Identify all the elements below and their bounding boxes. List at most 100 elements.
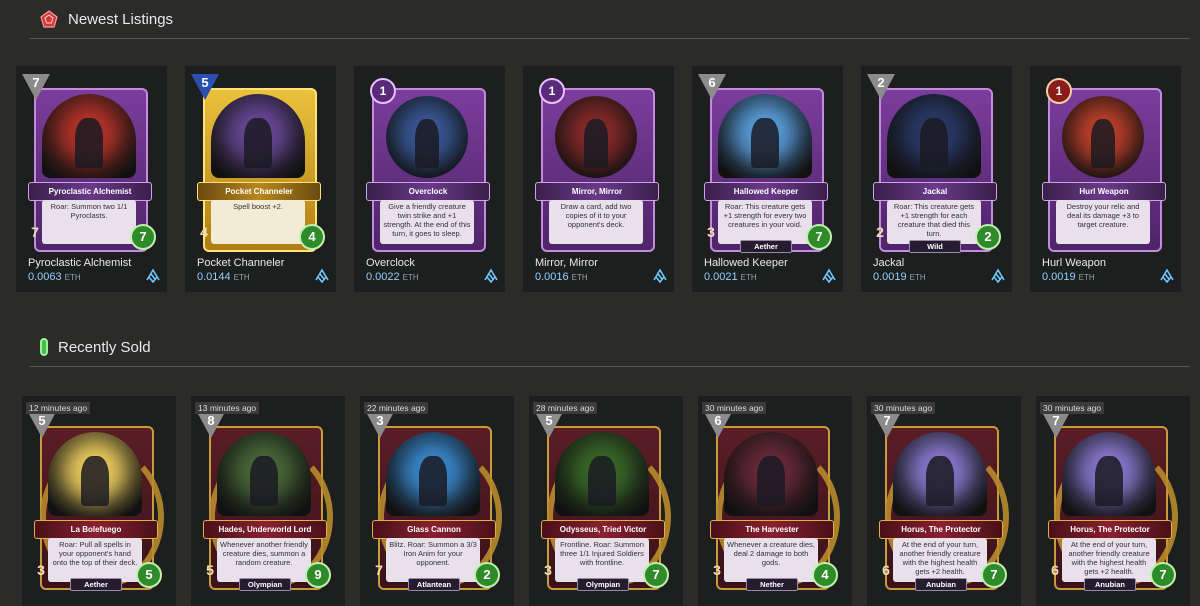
ethereum-icon [990, 268, 1006, 284]
listing-price: 0.0022 ETH [366, 271, 419, 283]
card-name-bar: Hades, Underworld Lord [203, 520, 327, 539]
art-figure [756, 455, 786, 506]
attack-value: 3 [713, 562, 721, 578]
card-image: Jackal Roar: This creature gets +1 streng… [867, 74, 1001, 253]
card-art [555, 96, 637, 178]
card-image: Mirror, Mirror Draw a card, add two copie… [533, 74, 659, 252]
card-art [386, 432, 480, 516]
card-art [1062, 432, 1156, 516]
newest-listings-row: Pyroclastic Alchemist Roar: Summon two 1/… [16, 66, 1199, 292]
recently-sold-header: Recently Sold [30, 328, 1190, 367]
attack-value: 7 [375, 562, 383, 578]
tribe-label: Anubian [1084, 578, 1136, 591]
price-unit: ETH [740, 273, 757, 282]
art-figure [74, 117, 104, 168]
listing-card[interactable]: Hallowed Keeper Roar: This creature gets … [692, 66, 843, 292]
ethereum-icon [1159, 268, 1175, 284]
card-name-bar: The Harvester [710, 520, 834, 539]
art-figure [919, 117, 949, 168]
price-value: 0.0063 [28, 271, 62, 283]
attack-value: 3 [544, 562, 552, 578]
card-name-bar: La Bolefuego [34, 520, 158, 539]
card-image: La Bolefuego Roar: Pull all spells in you… [28, 412, 164, 591]
sold-time: 22 minutes ago [364, 402, 429, 414]
card-text: At the end of your turn, another friendl… [893, 538, 987, 582]
price-unit: ETH [233, 273, 250, 282]
listing-price: 0.0063 ETH [28, 271, 81, 283]
mana-cost: 1 [539, 78, 565, 104]
art-figure [249, 455, 279, 506]
card-name-bar: Horus, The Protector [879, 520, 1003, 539]
attack-value: 5 [206, 562, 214, 578]
sold-card[interactable]: 13 minutes ago Hades, Underworld Lord When… [191, 396, 345, 606]
listing-card[interactable]: Pocket Channeler Spell boost +2. 5 4 4 Pocket… [185, 66, 336, 292]
card-image: Horus, The Protector At the end of your t… [1042, 412, 1178, 591]
card-name-bar: Overclock [366, 182, 490, 201]
sold-card[interactable]: 30 minutes ago The Harvester Whenever a cr… [698, 396, 852, 606]
card-art [724, 432, 818, 516]
card-text: Spell boost +2. [211, 200, 305, 244]
attack-value: 6 [1051, 562, 1059, 578]
listing-price: 0.0021 ETH [704, 271, 757, 283]
battery-icon [40, 338, 48, 356]
listing-card[interactable]: Mirror, Mirror Draw a card, add two copie… [523, 66, 674, 292]
sold-time: 30 minutes ago [871, 402, 936, 414]
ethereum-icon [483, 268, 499, 284]
listing-price: 0.0019 ETH [873, 271, 926, 283]
attack-value: 6 [882, 562, 890, 578]
card-image: Hades, Underworld Lord Whenever another f… [197, 412, 333, 591]
card-text: Whenever another friendly creature dies,… [217, 538, 311, 582]
sold-card[interactable]: 30 minutes ago Horus, The Protector At the… [867, 396, 1021, 606]
card-art [555, 432, 649, 516]
card-art [887, 94, 981, 178]
sold-time: 30 minutes ago [702, 402, 767, 414]
sold-time: 12 minutes ago [26, 402, 91, 414]
listing-price: 0.0016 ETH [535, 271, 588, 283]
card-text: Give a friendly creature twin strike and… [380, 200, 474, 244]
sold-card[interactable]: 30 minutes ago Horus, The Protector At the… [1036, 396, 1190, 606]
card-name-bar: Hurl Weapon [1042, 182, 1166, 201]
art-figure [80, 455, 110, 506]
listing-name: Pocket Channeler [197, 257, 285, 269]
card-art [893, 432, 987, 516]
newest-listings-header: Newest Listings [30, 0, 1190, 39]
mana-cost: 1 [370, 78, 396, 104]
card-text: Draw a card, add two copies of it to you… [549, 200, 643, 244]
card-name-bar: Pocket Channeler [197, 182, 321, 201]
card-text: Blitz. Roar: Summon a 3/3 Iron Anim for … [386, 538, 480, 582]
card-image: Hallowed Keeper Roar: This creature gets … [698, 74, 832, 253]
price-value: 0.0019 [1042, 271, 1076, 283]
section-title: Recently Sold [58, 338, 151, 356]
sold-card[interactable]: 22 minutes ago Glass Cannon Blitz. Roar: S… [360, 396, 514, 606]
listing-card[interactable]: Overclock Give a friendly creature twin s… [354, 66, 505, 292]
listing-name: Hurl Weapon [1042, 257, 1106, 269]
sold-time: 30 minutes ago [1040, 402, 1105, 414]
sold-card[interactable]: 28 minutes ago Odysseus, Tried Victor Fron… [529, 396, 683, 606]
listing-card[interactable]: Jackal Roar: This creature gets +1 streng… [861, 66, 1012, 292]
health-value: 7 [806, 224, 832, 250]
attack-value: 3 [37, 562, 45, 578]
art-figure [243, 117, 273, 168]
listing-card[interactable]: Pyroclastic Alchemist Roar: Summon two 1/… [16, 66, 167, 292]
card-name-bar: Horus, The Protector [1048, 520, 1172, 539]
recently-sold-row: 12 minutes ago La Bolefuego Roar: Pull all… [22, 396, 1200, 606]
card-image: Pyroclastic Alchemist Roar: Summon two 1/… [22, 74, 156, 252]
card-art [217, 432, 311, 516]
tribe-label: Olympian [239, 578, 291, 591]
art-figure [1094, 455, 1124, 506]
sold-card[interactable]: 12 minutes ago La Bolefuego Roar: Pull all… [22, 396, 176, 606]
attack-value: 4 [200, 224, 208, 240]
tribe-label: Atlantean [408, 578, 460, 591]
listing-card[interactable]: Hurl Weapon Destroy your relic and deal i… [1030, 66, 1181, 292]
price-unit: ETH [402, 273, 419, 282]
card-text: Whenever a creature dies, deal 2 damage … [724, 538, 818, 582]
price-value: 0.0019 [873, 271, 907, 283]
ethereum-icon [145, 268, 161, 284]
section-title: Newest Listings [68, 10, 174, 28]
card-art [386, 96, 468, 178]
attack-value: 3 [707, 224, 715, 240]
card-name-bar: Pyroclastic Alchemist [28, 182, 152, 201]
health-value: 4 [299, 224, 325, 250]
card-image: The Harvester Whenever a creature dies, d… [704, 412, 840, 591]
card-image: Glass Cannon Blitz. Roar: Summon a 3/3 Ir… [366, 412, 502, 591]
